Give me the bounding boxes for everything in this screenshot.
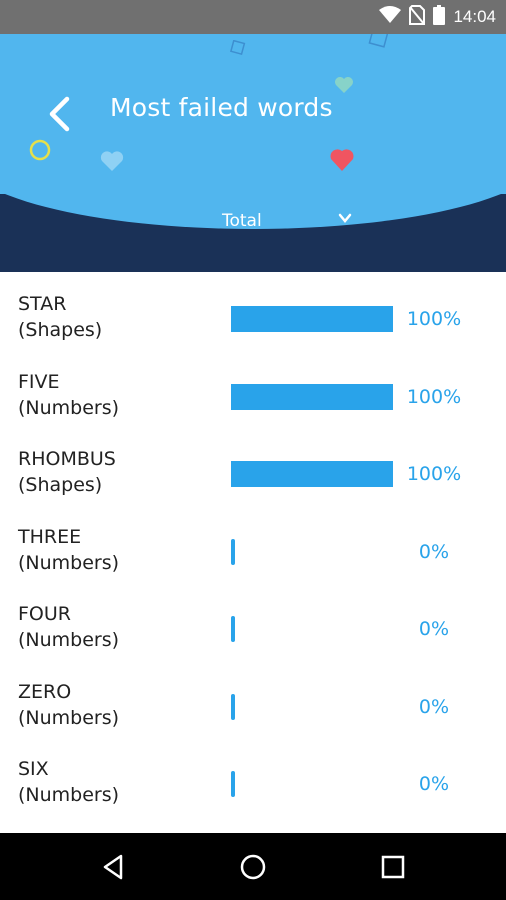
- list-item: ZERO (Numbers) 0%: [0, 660, 506, 737]
- percent-label: 0%: [418, 773, 450, 795]
- word-label: STAR: [18, 293, 67, 315]
- progress-bar-fill: [231, 538, 235, 565]
- word-label: RHOMBUS: [18, 448, 116, 470]
- list-item: THREE (Numbers) 0%: [0, 505, 506, 582]
- battery-icon: [433, 5, 446, 29]
- home-circle-icon: [240, 854, 266, 880]
- nav-back-button[interactable]: [93, 847, 133, 887]
- decorative-heart-icon: [335, 77, 353, 93]
- progress-bar-fill: [231, 616, 235, 642]
- list-item: RHOMBUS (Shapes) 100%: [0, 427, 506, 504]
- percent-label: 0%: [418, 618, 450, 640]
- nav-recents-button[interactable]: [373, 847, 413, 887]
- navigation-bar: [0, 833, 506, 900]
- progress-bar-fill: [231, 461, 393, 487]
- word-label: THREE: [18, 525, 82, 548]
- word-label: FIVE: [18, 370, 60, 393]
- word-category: (Numbers): [18, 396, 120, 419]
- word-category: (Numbers): [18, 706, 120, 729]
- word-label: FOUR: [18, 603, 71, 625]
- word-category: (Shapes): [18, 319, 103, 341]
- header: Most failed words Total: [0, 34, 506, 272]
- page-title: Most failed words: [110, 93, 333, 122]
- progress-bar: [231, 771, 393, 797]
- word-category: (Numbers): [18, 629, 120, 651]
- list-item: FOUR (Numbers) 0%: [0, 582, 506, 659]
- word-label: ZERO: [18, 680, 72, 703]
- filter-dropdown[interactable]: Total: [200, 202, 370, 240]
- back-button[interactable]: [38, 92, 82, 136]
- percent-label: 100%: [406, 385, 462, 408]
- status-icons: 14:04: [379, 0, 496, 34]
- chevron-down-icon: [338, 213, 352, 223]
- percent-label: 0%: [418, 695, 450, 718]
- no-sim-icon: [409, 5, 426, 29]
- status-bar: 14:04: [0, 0, 506, 34]
- progress-bar: [231, 538, 393, 565]
- progress-bar: [231, 383, 393, 410]
- progress-bar: [231, 461, 393, 487]
- list-item: SIX (Numbers) 0%: [0, 737, 506, 814]
- recents-square-icon: [381, 855, 405, 879]
- percent-label: 100%: [406, 463, 462, 485]
- progress-bar-fill: [231, 693, 235, 720]
- progress-bar: [231, 693, 393, 720]
- progress-bar-fill: [231, 383, 393, 410]
- progress-bar-fill: [231, 306, 393, 332]
- progress-bar-fill: [231, 771, 235, 797]
- decorative-square-icon: [368, 34, 389, 48]
- back-triangle-icon: [103, 854, 123, 880]
- decorative-heart-icon: [100, 151, 124, 171]
- word-category: (Numbers): [18, 784, 120, 806]
- decorative-square-icon: [230, 40, 246, 56]
- progress-bar: [231, 306, 393, 332]
- percent-label: 0%: [418, 540, 450, 563]
- wifi-icon: [379, 6, 402, 28]
- list-item: STAR (Shapes) 100%: [0, 272, 506, 349]
- word-category: (Shapes): [18, 474, 103, 496]
- percent-label: 100%: [406, 308, 462, 330]
- chevron-left-icon: [49, 96, 70, 132]
- progress-bar: [231, 616, 393, 642]
- nav-home-button[interactable]: [233, 847, 273, 887]
- word-label: SIX: [18, 758, 49, 780]
- decorative-heart-icon: [330, 149, 354, 171]
- list-item: FIVE (Numbers) 100%: [0, 350, 506, 427]
- filter-selected-label: Total: [222, 211, 262, 231]
- word-category: (Numbers): [18, 551, 120, 574]
- decorative-ring-icon: [29, 139, 51, 161]
- status-time: 14:04: [453, 7, 496, 26]
